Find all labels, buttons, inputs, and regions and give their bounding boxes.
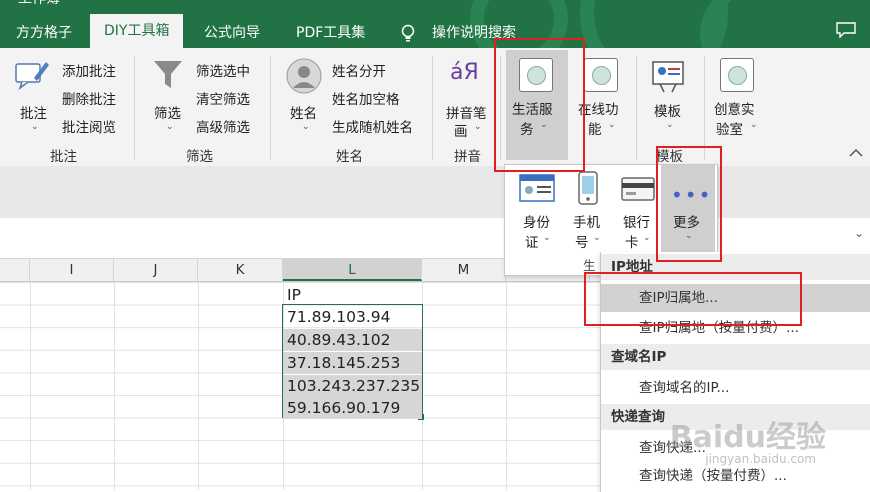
menu-section-domain: 查域名IP xyxy=(601,344,870,370)
filter-selected-button[interactable]: 筛选选中 xyxy=(196,60,250,80)
clear-filter-button[interactable]: 清空筛选 xyxy=(196,88,250,108)
tab-fangfang[interactable]: 方方格子 xyxy=(12,18,76,48)
row-number-corner xyxy=(0,259,30,281)
online-function-label-line2: 能 xyxy=(588,122,602,138)
highlight-box-more xyxy=(656,146,722,262)
chevron-down-icon: ⌄ xyxy=(474,122,482,132)
pinyin-icon: áЯ xyxy=(450,60,479,85)
name-button[interactable]: 姓名 xyxy=(290,102,317,122)
expand-formula-icon[interactable]: ⌄ xyxy=(854,226,864,240)
watermark-url: jingyan.baidu.com xyxy=(705,452,816,466)
toolbar-band xyxy=(0,166,870,218)
bank-card-button[interactable]: 银行 xyxy=(623,211,650,231)
ip-cell[interactable]: 37.18.145.253 xyxy=(283,352,422,374)
chevron-down-icon: ⌄ xyxy=(543,233,551,243)
creative-lab-label-line2: 验室 xyxy=(716,122,743,138)
column-header-selected[interactable]: L xyxy=(283,259,422,281)
group-label-comment: 批注 xyxy=(50,149,77,165)
column-header[interactable]: I xyxy=(30,259,114,281)
window-title: 工作簿 xyxy=(18,0,60,8)
delete-comment-button[interactable]: 删除批注 xyxy=(62,88,116,108)
highlight-box-ip-location xyxy=(584,272,802,326)
comment-pen-icon xyxy=(14,58,50,92)
add-comment-button[interactable]: 添加批注 xyxy=(62,60,116,80)
group-label-filter: 筛选 xyxy=(186,149,213,165)
tab-pdf-tools[interactable]: PDF工具集 xyxy=(292,18,369,48)
chevron-down-icon: ⌄ xyxy=(31,122,39,132)
bank-card-label-line2: 卡 xyxy=(625,235,639,251)
title-bar: 工作簿 方方格子 DIY工具箱 公式向导 PDF工具集 操作说明搜索 xyxy=(0,0,870,48)
online-function-icon xyxy=(584,58,618,92)
id-card-icon xyxy=(519,173,555,203)
menu-item-domain-ip[interactable]: 查询域名的IP... xyxy=(601,374,870,402)
ribbon: 批注 ⌄ 添加批注 删除批注 批注阅览 批注 筛选 ⌄ 筛选选中 清空筛选 高级… xyxy=(0,48,870,167)
comments-icon[interactable] xyxy=(836,22,856,39)
column-header[interactable]: M xyxy=(422,259,506,281)
chevron-down-icon: ⌄ xyxy=(750,120,758,130)
group-divider xyxy=(270,56,271,160)
column-header[interactable]: J xyxy=(114,259,198,281)
mobile-phone-icon xyxy=(577,171,599,205)
bank-card-icon xyxy=(621,177,655,201)
chevron-down-icon: ⌄ xyxy=(593,233,601,243)
group-divider xyxy=(134,56,135,160)
grid-line xyxy=(30,282,31,490)
chevron-down-icon: ⌄ xyxy=(608,120,616,130)
template-button[interactable]: 模板 xyxy=(654,100,681,120)
filter-button[interactable]: 筛选 xyxy=(154,102,181,122)
group-divider xyxy=(636,56,637,160)
funnel-icon xyxy=(152,58,184,92)
random-name-button[interactable]: 生成随机姓名 xyxy=(332,116,413,136)
ip-cell[interactable]: 71.89.103.94 xyxy=(283,306,422,328)
group-label-name: 姓名 xyxy=(336,149,363,165)
ip-cell[interactable]: 103.243.237.235 xyxy=(283,375,422,397)
pinyin-stroke-button[interactable]: 拼音笔 xyxy=(446,102,487,122)
mobile-number-button[interactable]: 手机 xyxy=(573,211,600,231)
menu-item-express-paid[interactable]: 查询快递（按量付费）... xyxy=(601,462,870,490)
header-cell[interactable]: IP xyxy=(283,284,422,306)
advanced-filter-button[interactable]: 高级筛选 xyxy=(196,116,250,136)
template-icon xyxy=(650,58,686,94)
creative-lab-icon xyxy=(720,58,754,92)
column-header[interactable]: K xyxy=(198,259,283,281)
grid-line xyxy=(198,282,199,490)
chevron-down-icon: ⌄ xyxy=(666,120,674,130)
pinyin-stroke-button-line2: 画 xyxy=(454,124,468,140)
split-name-button[interactable]: 姓名分开 xyxy=(332,60,386,80)
creative-lab-button[interactable]: 创意实 xyxy=(714,98,755,118)
id-card-button[interactable]: 身份 xyxy=(523,211,550,231)
chevron-down-icon: ⌄ xyxy=(166,122,174,132)
name-add-space-button[interactable]: 姓名加空格 xyxy=(332,88,400,108)
grid-line xyxy=(506,282,507,490)
collapse-ribbon-icon[interactable] xyxy=(848,146,864,158)
person-icon xyxy=(286,58,322,94)
watermark-logo: Baidu经验 xyxy=(669,420,826,455)
comment-button[interactable]: 批注 xyxy=(20,102,47,122)
highlight-box-life-service xyxy=(494,38,585,172)
mobile-number-label-line2: 号 xyxy=(575,235,589,251)
tab-diy-toolbox[interactable]: DIY工具箱 xyxy=(90,14,184,48)
group-divider xyxy=(704,56,705,160)
grid-line xyxy=(114,282,115,490)
group-label-pinyin: 拼音 xyxy=(454,149,481,165)
ip-cell[interactable]: 59.166.90.179 xyxy=(283,397,422,419)
lightbulb-icon xyxy=(400,24,416,44)
review-comment-button[interactable]: 批注阅览 xyxy=(62,116,116,136)
chevron-down-icon: ⌄ xyxy=(643,233,651,243)
ip-cell[interactable]: 40.89.43.102 xyxy=(283,329,422,351)
group-divider xyxy=(432,56,433,160)
chevron-down-icon: ⌄ xyxy=(302,122,310,132)
tab-formula-wizard[interactable]: 公式向导 xyxy=(200,18,264,48)
id-card-label-line2: 证 xyxy=(525,235,539,251)
